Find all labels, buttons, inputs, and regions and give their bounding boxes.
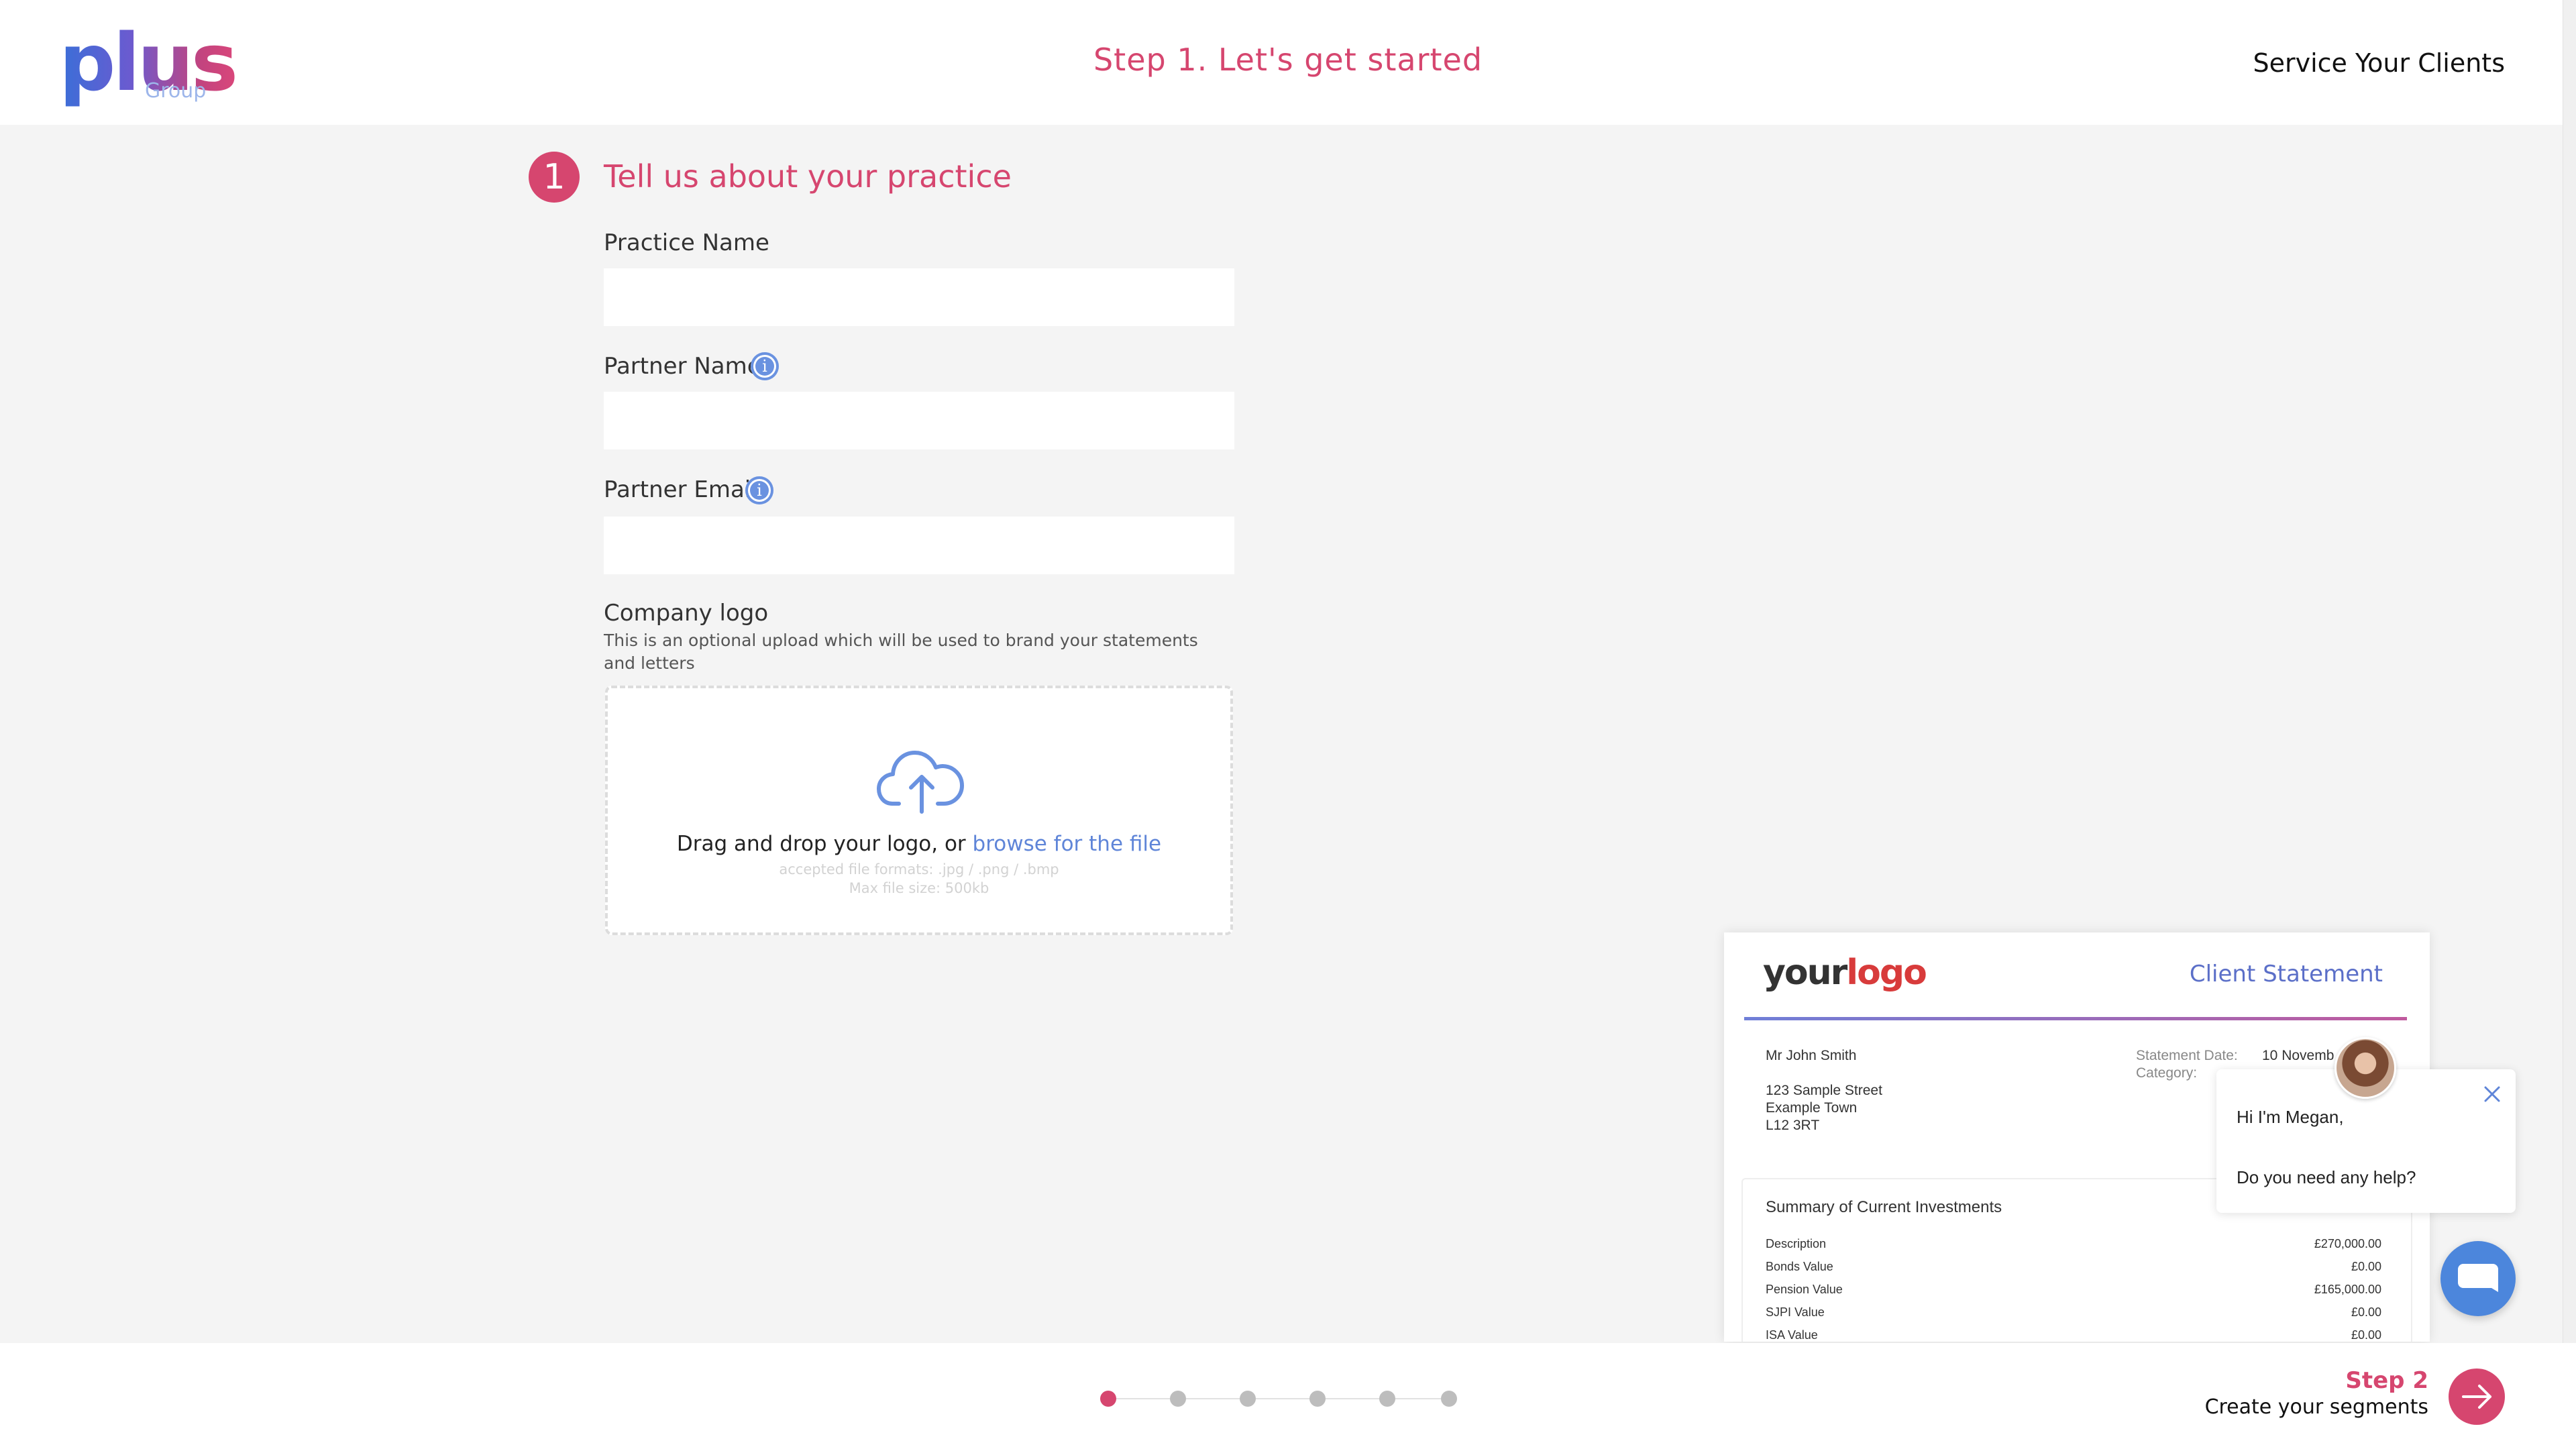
company-logo-description: This is an optional upload which will be… (604, 631, 1198, 673)
cloud-upload-icon (877, 751, 964, 814)
step-title: Step 1. Let's get started (1093, 42, 1483, 78)
step-dot-6[interactable] (1441, 1391, 1457, 1407)
preview-category-label: Category: (2136, 1065, 2198, 1081)
partner-email-label: Partner Email (604, 476, 757, 503)
next-step-button[interactable] (2449, 1368, 2505, 1425)
step-progress (1100, 1389, 1462, 1409)
close-icon[interactable] (2481, 1083, 2504, 1106)
table-row: Description £270,000.00 (1766, 1237, 2381, 1250)
step-dot-2[interactable] (1170, 1391, 1186, 1407)
preview-logo-logo: logo (1846, 953, 1927, 993)
next-step-label: Step 2 (2345, 1367, 2428, 1394)
agent-avatar (2334, 1037, 2396, 1099)
practice-name-label: Practice Name (604, 229, 769, 256)
preview-divider (1744, 1017, 2407, 1020)
arrow-right-icon (2462, 1385, 2491, 1409)
preview-address-line: Example Town (1766, 1100, 1858, 1116)
step-dot-1[interactable] (1100, 1391, 1116, 1407)
preview-title: Client Statement (2189, 961, 2383, 987)
max-file-size-text: Max file size: 500kb (849, 880, 989, 896)
browse-file-link[interactable]: browse for the file (973, 832, 1162, 856)
table-row: Pension Value £165,000.00 (1766, 1283, 2381, 1296)
logo-upload-dropzone[interactable]: Drag and drop your logo, or browse for t… (605, 686, 1233, 935)
preview-summary-title: Summary of Current Investments (1766, 1198, 2002, 1216)
info-icon[interactable]: i (751, 352, 779, 380)
table-row: Bonds Value £0.00 (1766, 1260, 2381, 1273)
partner-name-input[interactable] (604, 392, 1234, 449)
upload-prompt-text: Drag and drop your logo, or (676, 832, 973, 856)
top-header: plus Group Step 1. Let's get started Ser… (0, 0, 2576, 125)
chat-greeting: Hi I'm Megan, (2237, 1107, 2344, 1127)
chat-launcher-button[interactable] (2440, 1241, 2516, 1316)
preview-address-line: L12 3RT (1766, 1118, 1820, 1133)
step-number-badge: 1 (529, 152, 580, 203)
info-icon[interactable]: i (745, 476, 773, 504)
preview-statement-date-label: Statement Date: (2136, 1048, 2238, 1063)
preview-client-name: Mr John Smith (1766, 1048, 1857, 1063)
progress-connector (1107, 1398, 1456, 1399)
preview-statement-date-value: 10 Novemb (2262, 1048, 2334, 1063)
footer-bar: Step 2 Create your segments (0, 1343, 2576, 1449)
step-dot-4[interactable] (1309, 1391, 1326, 1407)
step-dot-5[interactable] (1379, 1391, 1395, 1407)
preview-address-line: 123 Sample Street (1766, 1083, 1882, 1098)
partner-email-input[interactable] (604, 517, 1234, 574)
table-row: SJPI Value £0.00 (1766, 1305, 2381, 1319)
preview-logo-your: your (1763, 953, 1847, 993)
table-row: ISA Value £0.00 (1766, 1328, 2381, 1342)
chat-bubble-icon (2458, 1264, 2498, 1292)
upload-prompt: Drag and drop your logo, or browse for t… (608, 832, 1230, 856)
accepted-formats-text: accepted file formats: .jpg / .png / .bm… (779, 861, 1059, 877)
scrollbar[interactable] (2563, 0, 2576, 1449)
logo-subtitle: Group (145, 79, 207, 103)
partner-name-label: Partner Name (604, 353, 761, 380)
practice-name-input[interactable] (604, 268, 1234, 326)
service-your-clients-link[interactable]: Service Your Clients (2253, 48, 2505, 78)
next-step-description: Create your segments (2204, 1395, 2428, 1419)
company-logo-label: Company logo (604, 600, 769, 627)
section-heading: Tell us about your practice (604, 158, 1012, 195)
step-dot-3[interactable] (1240, 1391, 1256, 1407)
chat-question: Do you need any help? (2237, 1167, 2416, 1187)
preview-logo: yourlogo (1763, 953, 1927, 993)
